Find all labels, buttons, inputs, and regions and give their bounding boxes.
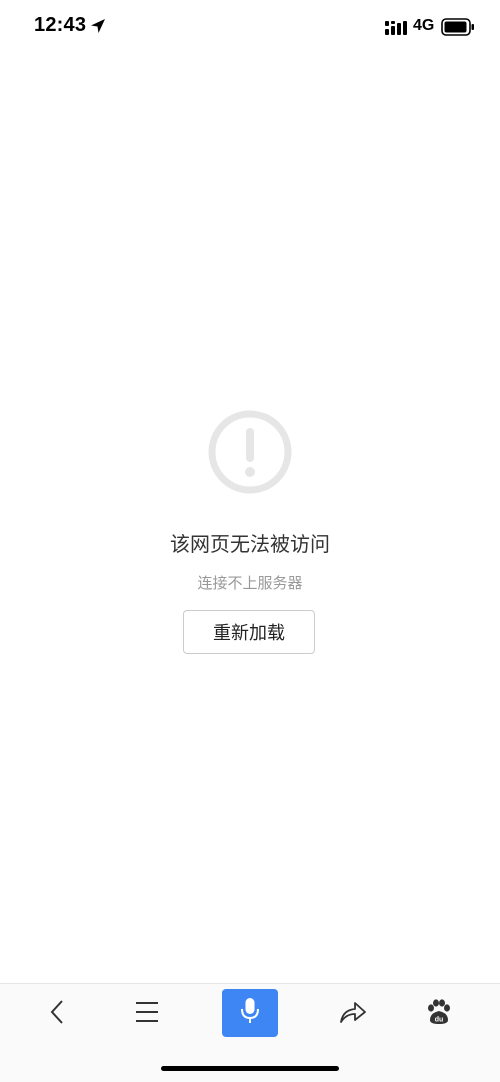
back-button[interactable] bbox=[30, 990, 86, 1038]
baidu-home-button[interactable]: du bbox=[411, 990, 467, 1038]
microphone-icon bbox=[239, 997, 261, 1029]
share-button[interactable] bbox=[325, 990, 381, 1038]
baidu-paw-icon: du bbox=[426, 999, 452, 1029]
voice-search-button[interactable] bbox=[222, 989, 278, 1037]
share-icon bbox=[339, 1000, 367, 1028]
status-time: 12:43 bbox=[34, 14, 87, 36]
svg-text:du: du bbox=[435, 1017, 444, 1024]
battery-icon bbox=[441, 18, 475, 36]
error-title: 该网页无法被访问 bbox=[170, 532, 330, 556]
reload-button[interactable]: 重新加载 bbox=[183, 610, 315, 654]
error-subtitle: 连接不上服务器 bbox=[197, 574, 303, 592]
home-indicator[interactable] bbox=[161, 1066, 339, 1071]
browser-screen: 12:43 4G 该网页无法被访问 连接不上服务器 重新加载 du bbox=[0, 0, 500, 1082]
location-arrow-icon bbox=[90, 18, 106, 34]
back-icon bbox=[48, 998, 68, 1030]
exclamation-circle-icon bbox=[206, 408, 294, 496]
signal-icon bbox=[385, 20, 407, 35]
menu-button[interactable] bbox=[119, 990, 175, 1038]
status-bar: 12:43 4G bbox=[0, 0, 500, 56]
network-type: 4G bbox=[413, 17, 435, 34]
menu-icon bbox=[135, 1001, 159, 1027]
